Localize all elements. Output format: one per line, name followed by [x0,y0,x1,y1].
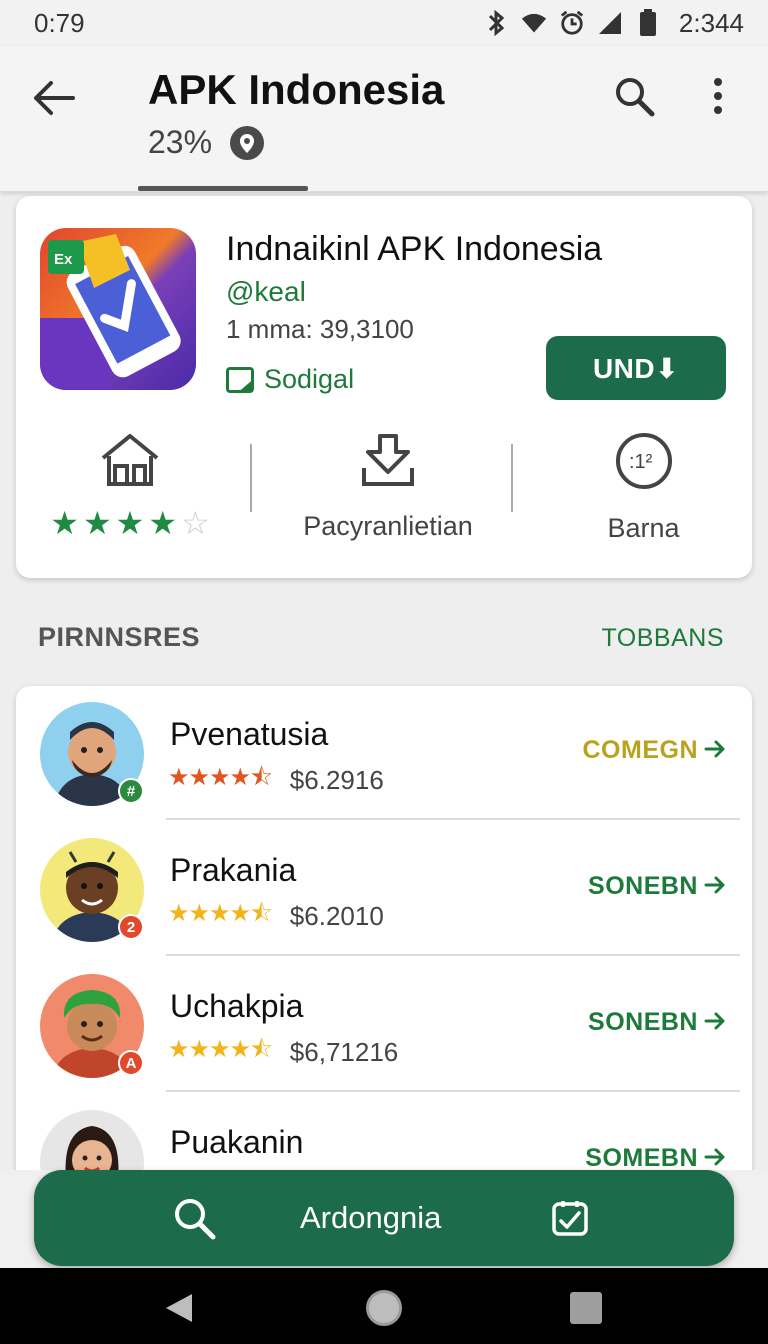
install-button[interactable]: UND⬇ [546,336,726,400]
stat-rating[interactable]: ★ ★ ★ ★ ☆ [40,432,220,552]
status-time: 0:79 [34,7,85,38]
subtitle-row: 23% [148,124,265,161]
svg-text:Ex: Ex [54,251,73,268]
chevron-right-icon[interactable] [700,734,730,764]
item-rating-stars: ★★★★⯪ [168,764,273,791]
item-meta: ★★★★⯪ $6.2916 [168,760,384,801]
item-name: Puakanin [170,1124,304,1160]
divider [166,954,740,956]
nav-recents-icon[interactable] [570,1292,602,1324]
chevron-right-icon[interactable] [700,870,730,900]
app-name: Indnaikinl APK Indonesia [226,230,603,268]
bottom-bar-label[interactable]: Ardongnia [300,1200,441,1236]
tag-icon [226,366,254,393]
status-bar: 0:79 2:344 [0,0,768,46]
bluetooth-icon [483,10,509,36]
item-name: Pvenatusia [170,716,329,752]
item-action-button[interactable]: COMEGN [583,736,699,765]
location-pin-icon[interactable] [230,125,265,160]
star-filled-icon: ★ [82,505,112,541]
avatar-badge: A [118,1050,144,1076]
divider [166,818,740,820]
stat-third[interactable]: :1² Barna [556,432,731,552]
checklist-icon[interactable] [548,1196,592,1240]
stat-download-label: Pacyranlietian [303,511,473,541]
list-item[interactable]: # Pvenatusia ★★★★⯪ $6.2916 COMEGN [16,686,752,820]
item-action-button[interactable]: SOMEBN [585,1144,698,1173]
item-meta: ★★★★⯪ $6.2010 [168,896,384,937]
stat-download[interactable]: Pacyranlietian [268,432,508,552]
divider [511,444,513,512]
app-bar: APK Indonesia 23% [0,46,768,192]
chevron-right-icon[interactable] [700,1142,730,1172]
star-filled-icon: ★ [148,505,178,541]
more-vert-icon[interactable] [696,70,740,122]
item-rating-stars: ★★★★⯪ [168,900,273,927]
avatar-badge: # [118,778,144,804]
search-icon[interactable] [170,1194,218,1242]
chevron-right-icon[interactable] [700,1006,730,1036]
progress-text: 23% [148,124,213,160]
item-price: $6.2916 [289,765,384,795]
nav-back-icon[interactable] [164,1292,194,1324]
app-list: # Pvenatusia ★★★★⯪ $6.2916 COMEGN 2 Prak… [16,686,752,1246]
status-clock: 2:344 [678,7,744,38]
rating-stars: ★ ★ ★ ★ ☆ [50,507,209,539]
divider [166,1090,740,1092]
search-icon[interactable] [608,70,660,122]
app-tag: Sodigal [226,364,354,395]
system-nav-bar [0,1268,768,1344]
home-icon [99,432,161,493]
list-item[interactable]: 2 Prakania ★★★★⯪ $6.2010 SONEBN [16,822,752,956]
svg-text::1²: :1² [629,451,653,473]
item-name: Prakania [170,852,297,888]
bottom-action-bar: Ardongnia [34,1170,734,1266]
battery-icon [635,9,661,36]
star-filled-icon: ★ [50,505,79,541]
app-info-card: Ex Indnaikinl APK Indonesia @keal 1 mma:… [16,196,752,578]
item-price: $6,71216 [289,1037,399,1067]
item-name: Uchakpia [170,988,304,1024]
item-rating-stars: ★★★★⯪ [168,1036,273,1063]
star-filled-icon: ★ [115,505,145,541]
developer-link[interactable]: @keal [226,276,306,308]
item-price: $6.2010 [289,901,384,931]
alarm-icon [559,10,585,36]
divider [250,444,252,512]
app-meta: 1 mma: 39,3100 [226,314,414,344]
tab-indicator [138,186,308,191]
section-title: PIRNNSRES [38,622,201,652]
list-item[interactable]: A Uchakpia ★★★★⯪ $6,71216 SONEBN [16,958,752,1092]
page-title: APK Indonesia [148,66,445,113]
signal-icon [597,10,623,36]
star-empty-icon: ☆ [181,505,210,541]
app-tag-label: Sodigal [264,364,355,394]
avatar-badge: 2 [118,914,144,940]
download-icon [360,432,416,493]
app-logo-icon: Ex [40,228,196,390]
wifi-icon [521,10,547,36]
item-action-button[interactable]: SONEBN [588,1008,698,1037]
section-see-all-link[interactable]: TOBBANS [601,624,724,653]
back-arrow-icon[interactable] [26,70,82,126]
item-meta: ★★★★⯪ $6,71216 [168,1032,398,1073]
item-action-button[interactable]: SONEBN [588,872,698,901]
stat-third-label: Barna [607,513,680,543]
nav-home-icon[interactable] [366,1290,402,1326]
clock-badge-icon: :1² [615,432,673,495]
